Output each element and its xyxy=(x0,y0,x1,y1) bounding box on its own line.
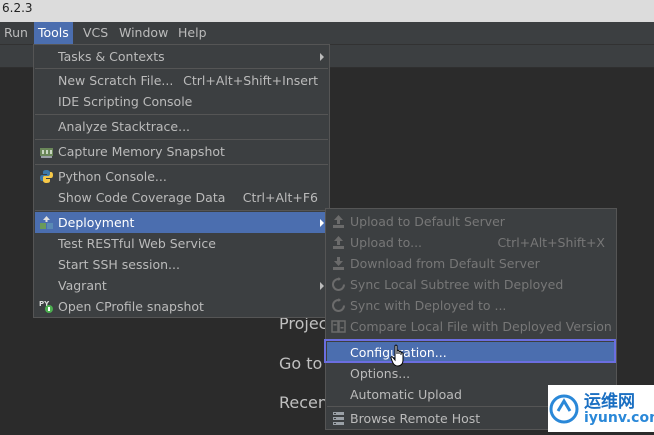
menu-help[interactable]: Help xyxy=(174,22,211,44)
menu-separator xyxy=(35,139,328,140)
menu-item-download-default[interactable]: Download from Default Server xyxy=(327,253,615,274)
highlight-frame xyxy=(324,339,616,363)
upload-icon xyxy=(333,215,344,228)
cprofile-icon: PY xyxy=(39,300,53,313)
watermark-url-text: iyunv.com xyxy=(584,410,654,426)
welcome-hint-goto[interactable]: Go to xyxy=(279,354,322,373)
menu-item-upload-default[interactable]: Upload to Default Server xyxy=(327,211,615,232)
deployment-icon xyxy=(40,216,53,229)
menu-separator xyxy=(35,68,328,69)
menu-item-compare-local-file[interactable]: Compare Local File with Deployed Version xyxy=(327,316,615,337)
menu-item-test-restful[interactable]: Test RESTful Web Service xyxy=(35,233,328,254)
python-icon xyxy=(40,170,53,183)
submenu-arrow-icon xyxy=(320,282,324,290)
tools-menu: Tasks & Contexts New Scratch File... Ctr… xyxy=(33,44,330,318)
menu-item-upload-to[interactable]: Upload to... Ctrl+Alt+Shift+X xyxy=(327,232,615,253)
window-title-bar: 6.2.3 xyxy=(0,0,654,22)
memory-snapshot-icon xyxy=(40,148,53,158)
menu-item-sync-local-subtree[interactable]: Sync Local Subtree with Deployed xyxy=(327,274,615,295)
watermark-logo: 运维网 iyunv.com xyxy=(548,385,654,432)
menu-run[interactable]: Run xyxy=(0,22,32,44)
compare-icon xyxy=(331,320,346,333)
menu-vcs[interactable]: VCS xyxy=(79,22,112,44)
menu-item-options[interactable]: Options... xyxy=(327,363,615,384)
upload-icon xyxy=(333,236,344,249)
sync-icon xyxy=(332,277,345,291)
menu-item-open-cprofile[interactable]: PY Open CProfile snapshot xyxy=(35,296,328,317)
window-title: 6.2.3 xyxy=(2,1,33,15)
submenu-arrow-icon xyxy=(320,219,324,227)
menu-item-tasks-contexts[interactable]: Tasks & Contexts xyxy=(35,46,328,67)
menu-item-new-scratch-file[interactable]: New Scratch File... Ctrl+Alt+Shift+Inser… xyxy=(35,70,328,91)
menu-bar: Run Tools VCS Window Help xyxy=(0,22,654,45)
watermark-cn-text: 运维网 xyxy=(584,392,635,412)
menu-item-capture-memory-snapshot[interactable]: Capture Memory Snapshot xyxy=(35,141,328,162)
menu-window[interactable]: Window xyxy=(115,22,172,44)
menu-tools[interactable]: Tools xyxy=(34,22,73,44)
menu-item-vagrant[interactable]: Vagrant xyxy=(35,275,328,296)
menu-separator xyxy=(35,114,328,115)
hand-cursor-icon xyxy=(390,344,404,367)
menu-item-analyze-stacktrace[interactable]: Analyze Stacktrace... xyxy=(35,116,328,137)
download-icon xyxy=(333,257,344,270)
menu-item-sync-with-deployed[interactable]: Sync with Deployed to ... xyxy=(327,295,615,316)
menu-item-ide-scripting-console[interactable]: IDE Scripting Console xyxy=(35,91,328,112)
menu-item-start-ssh[interactable]: Start SSH session... xyxy=(35,254,328,275)
menu-separator xyxy=(35,164,328,165)
submenu-arrow-icon xyxy=(320,53,324,61)
sync-icon xyxy=(332,298,345,312)
welcome-hint-recent[interactable]: Recen xyxy=(279,393,328,412)
menu-separator xyxy=(35,210,328,211)
remote-host-icon xyxy=(333,412,344,425)
menu-item-deployment[interactable]: Deployment xyxy=(35,212,328,233)
menu-item-python-console[interactable]: Python Console... xyxy=(35,166,328,187)
menu-item-show-code-coverage[interactable]: Show Code Coverage Data Ctrl+Alt+F6 xyxy=(35,187,328,208)
